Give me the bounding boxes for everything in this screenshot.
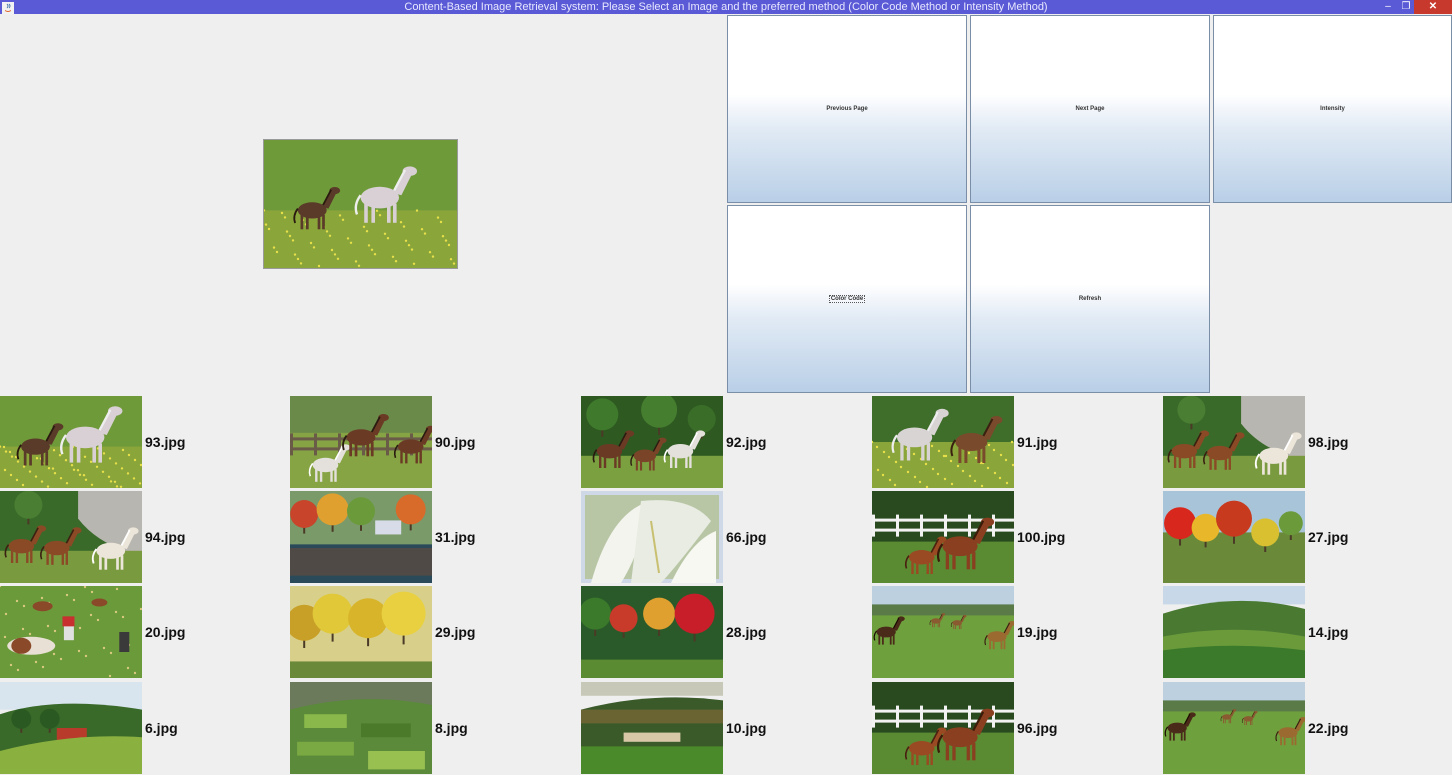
result-thumbnail[interactable] — [581, 682, 723, 774]
result-filename: 10.jpg — [726, 720, 767, 736]
previous-page-button[interactable]: Previous Page — [727, 15, 967, 203]
result-thumbnail[interactable] — [290, 396, 432, 488]
result-item[interactable]: 14.jpg — [1163, 586, 1452, 679]
result-filename: 19.jpg — [1017, 624, 1058, 640]
next-page-button[interactable]: Next Page — [970, 15, 1210, 203]
result-item[interactable]: 19.jpg — [872, 586, 1162, 679]
result-filename: 91.jpg — [1017, 434, 1058, 450]
result-item[interactable]: 28.jpg — [581, 586, 871, 679]
result-item[interactable]: 96.jpg — [872, 682, 1162, 775]
close-button[interactable]: ✕ — [1414, 0, 1452, 14]
result-filename: 94.jpg — [145, 529, 186, 545]
result-filename: 8.jpg — [435, 720, 468, 736]
result-filename: 22.jpg — [1308, 720, 1349, 736]
result-filename: 96.jpg — [1017, 720, 1058, 736]
result-thumbnail[interactable] — [581, 491, 723, 583]
result-item[interactable]: 8.jpg — [290, 682, 580, 775]
minimize-button[interactable]: – — [1380, 0, 1396, 14]
result-item[interactable]: 66.jpg — [581, 491, 871, 584]
result-thumbnail[interactable] — [0, 682, 142, 774]
color-code-button[interactable]: Color Code — [727, 205, 967, 393]
title-bar: Content-Based Image Retrieval system: Pl… — [0, 0, 1452, 14]
result-thumbnail[interactable] — [290, 586, 432, 678]
result-thumbnail[interactable] — [1163, 586, 1305, 678]
result-item[interactable]: 27.jpg — [1163, 491, 1452, 584]
result-filename: 31.jpg — [435, 529, 476, 545]
result-filename: 98.jpg — [1308, 434, 1349, 450]
result-thumbnail[interactable] — [0, 396, 142, 488]
result-thumbnail[interactable] — [290, 491, 432, 583]
result-filename: 92.jpg — [726, 434, 767, 450]
result-item[interactable]: 100.jpg — [872, 491, 1162, 584]
result-item[interactable]: 93.jpg — [0, 396, 290, 489]
result-thumbnail[interactable] — [872, 586, 1014, 678]
result-filename: 93.jpg — [145, 434, 186, 450]
selected-image-preview — [263, 139, 458, 269]
result-filename: 66.jpg — [726, 529, 767, 545]
result-filename: 29.jpg — [435, 624, 476, 640]
next-page-label: Next Page — [1075, 106, 1105, 112]
result-filename: 90.jpg — [435, 434, 476, 450]
refresh-label: Refresh — [1078, 296, 1102, 302]
result-thumbnail[interactable] — [0, 586, 142, 678]
result-thumbnail[interactable] — [0, 491, 142, 583]
result-item[interactable]: 22.jpg — [1163, 682, 1452, 775]
result-item[interactable]: 6.jpg — [0, 682, 290, 775]
result-filename: 28.jpg — [726, 624, 767, 640]
intensity-label: Intensity — [1320, 106, 1345, 112]
result-thumbnail[interactable] — [872, 396, 1014, 488]
result-filename: 27.jpg — [1308, 529, 1349, 545]
result-item[interactable]: 20.jpg — [0, 586, 290, 679]
result-item[interactable]: 10.jpg — [581, 682, 871, 775]
result-thumbnail[interactable] — [581, 396, 723, 488]
result-thumbnail[interactable] — [290, 682, 432, 774]
result-filename: 14.jpg — [1308, 624, 1349, 640]
result-item[interactable]: 94.jpg — [0, 491, 290, 584]
window-title: Content-Based Image Retrieval system: Pl… — [404, 1, 1048, 13]
result-item[interactable]: 91.jpg — [872, 396, 1162, 489]
refresh-button[interactable]: Refresh — [970, 205, 1210, 393]
result-thumbnail[interactable] — [581, 586, 723, 678]
result-item[interactable]: 98.jpg — [1163, 396, 1452, 489]
result-item[interactable]: 29.jpg — [290, 586, 580, 679]
result-filename: 20.jpg — [145, 624, 186, 640]
result-item[interactable]: 31.jpg — [290, 491, 580, 584]
maximize-button[interactable]: ❐ — [1398, 0, 1414, 14]
color-code-label: Color Code — [828, 295, 866, 303]
result-thumbnail[interactable] — [872, 682, 1014, 774]
result-filename: 100.jpg — [1017, 529, 1066, 545]
result-thumbnail[interactable] — [1163, 682, 1305, 774]
preview-image — [264, 140, 457, 268]
result-thumbnail[interactable] — [1163, 491, 1305, 583]
previous-page-label: Previous Page — [826, 106, 868, 112]
result-filename: 6.jpg — [145, 720, 178, 736]
result-thumbnail[interactable] — [1163, 396, 1305, 488]
result-thumbnail[interactable] — [872, 491, 1014, 583]
result-item[interactable]: 90.jpg — [290, 396, 580, 489]
result-item[interactable]: 92.jpg — [581, 396, 871, 489]
intensity-button[interactable]: Intensity — [1213, 15, 1452, 203]
